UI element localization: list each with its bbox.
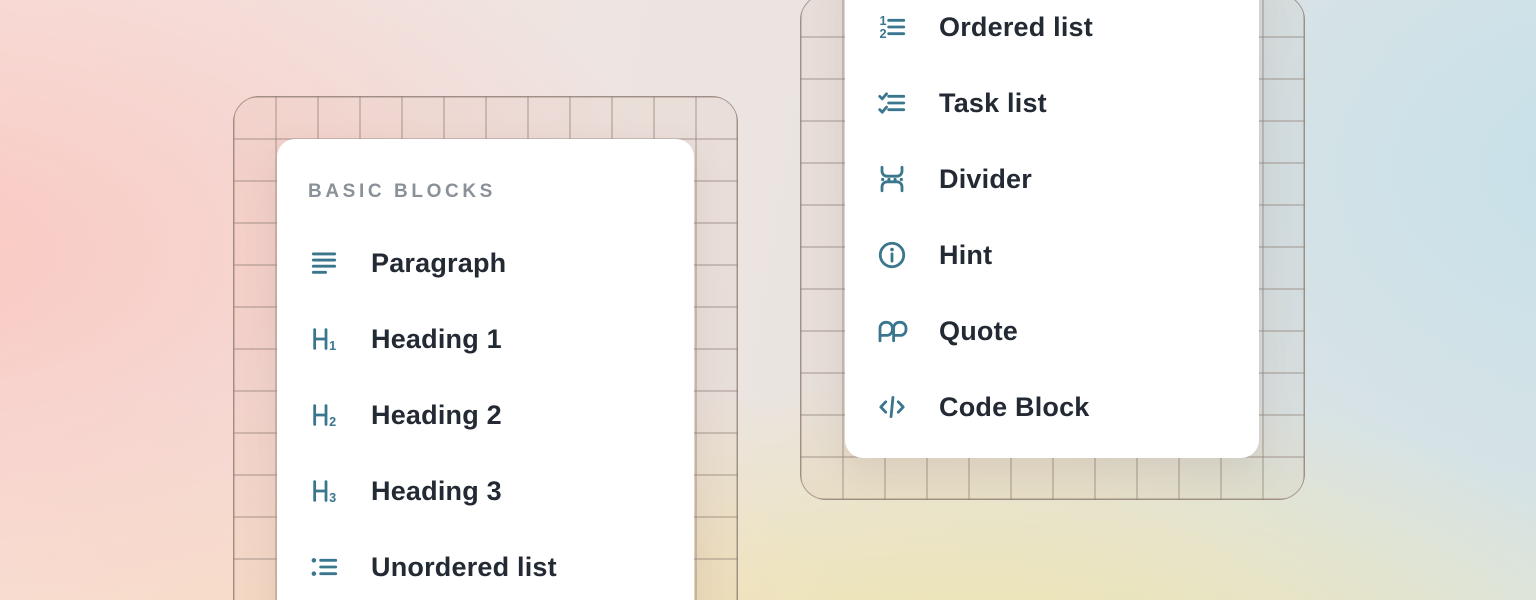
menu-item-unordered-list[interactable]: Unordered list — [277, 529, 694, 600]
menu-item-heading-2[interactable]: 2 Heading 2 — [277, 377, 694, 453]
divider-icon — [876, 163, 908, 195]
menu-item-label: Paragraph — [371, 248, 506, 279]
menu-item-paragraph[interactable]: Paragraph — [277, 225, 694, 301]
code-block-icon — [876, 391, 908, 423]
blocks-menu-card: 12 Ordered list Task list Divider Hint Quot… — [845, 0, 1259, 458]
heading-2-icon: 2 — [308, 399, 340, 431]
svg-text:2: 2 — [329, 415, 336, 429]
menu-item-list: Paragraph 1 Heading 1 2 Heading 2 3 Heading 3 U… — [277, 225, 694, 600]
menu-item-quote[interactable]: Quote — [845, 293, 1259, 369]
svg-text:2: 2 — [879, 27, 886, 41]
menu-item-label: Ordered list — [939, 12, 1093, 43]
task-list-icon — [876, 87, 908, 119]
menu-item-code-block[interactable]: Code Block — [845, 369, 1259, 445]
svg-text:1: 1 — [329, 339, 336, 353]
menu-item-label: Task list — [939, 88, 1047, 119]
heading-3-icon: 3 — [308, 475, 340, 507]
hint-icon — [876, 239, 908, 271]
svg-text:1: 1 — [879, 14, 886, 28]
unordered-list-icon — [308, 551, 340, 583]
svg-text:3: 3 — [329, 491, 336, 505]
menu-item-divider[interactable]: Divider — [845, 141, 1259, 217]
ordered-list-icon: 12 — [876, 11, 908, 43]
menu-item-heading-1[interactable]: 1 Heading 1 — [277, 301, 694, 377]
menu-item-label: Heading 3 — [371, 476, 502, 507]
menu-item-label: Heading 1 — [371, 324, 502, 355]
paragraph-icon — [308, 247, 340, 279]
background-canvas: BASIC BLOCKS Paragraph 1 Heading 1 2 Heading… — [0, 0, 1536, 600]
menu-item-label: Divider — [939, 164, 1032, 195]
menu-item-label: Hint — [939, 240, 992, 271]
quote-icon — [876, 315, 908, 347]
menu-item-label: Heading 2 — [371, 400, 502, 431]
menu-item-hint[interactable]: Hint — [845, 217, 1259, 293]
heading-1-icon: 1 — [308, 323, 340, 355]
menu-item-task-list[interactable]: Task list — [845, 65, 1259, 141]
menu-item-ordered-list[interactable]: 12 Ordered list — [845, 0, 1259, 65]
basic-blocks-menu-card: BASIC BLOCKS Paragraph 1 Heading 1 2 Heading… — [277, 139, 694, 600]
menu-item-label: Quote — [939, 316, 1018, 347]
menu-item-list: 12 Ordered list Task list Divider Hint Quot… — [845, 0, 1259, 445]
section-header-basic-blocks: BASIC BLOCKS — [308, 181, 496, 203]
menu-item-label: Code Block — [939, 392, 1090, 423]
menu-item-heading-3[interactable]: 3 Heading 3 — [277, 453, 694, 529]
menu-item-label: Unordered list — [371, 552, 557, 583]
